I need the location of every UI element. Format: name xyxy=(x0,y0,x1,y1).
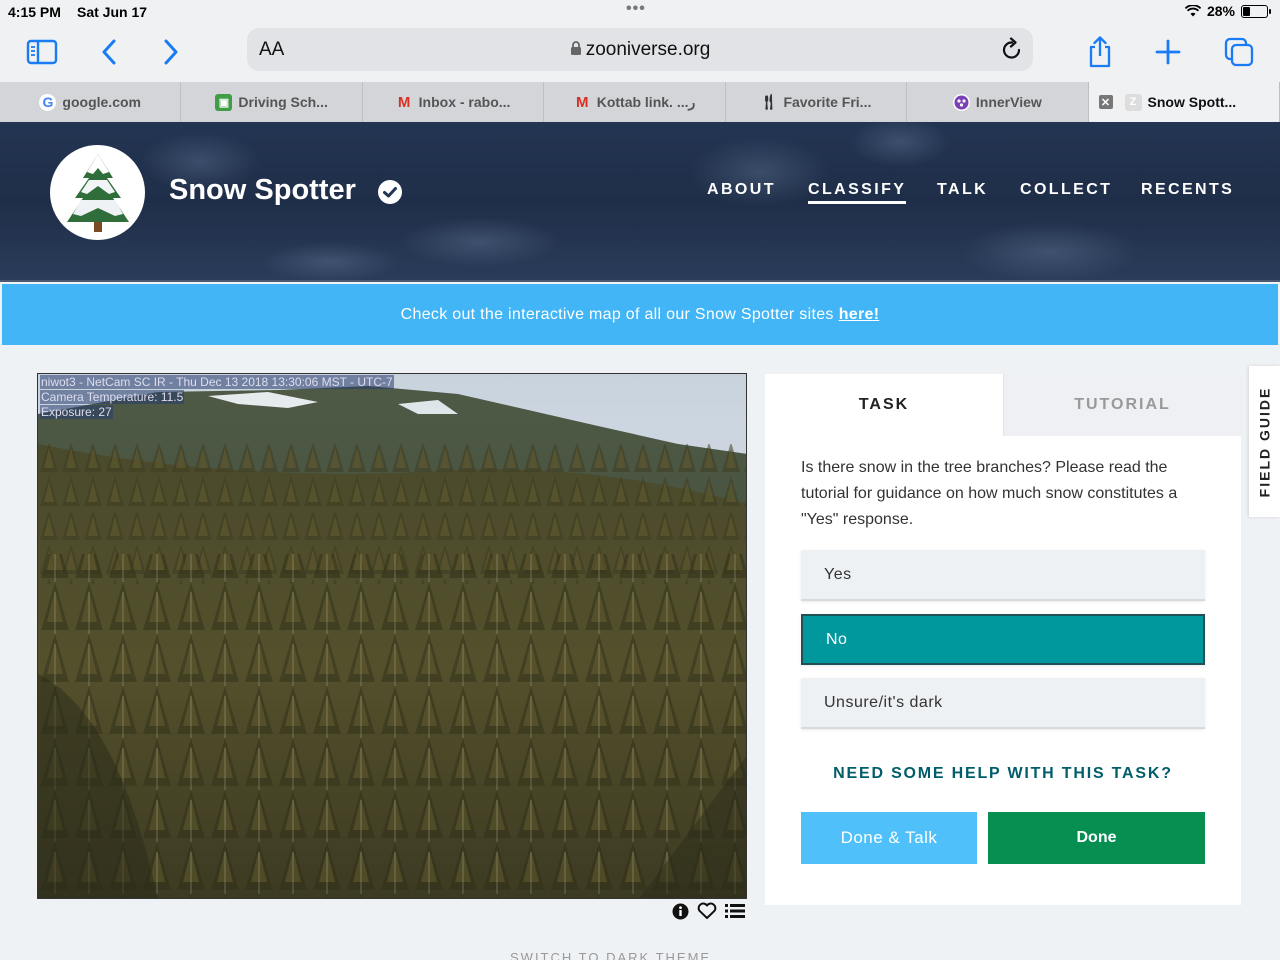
car-icon: ▣ xyxy=(215,93,233,111)
favorite-heart-icon[interactable] xyxy=(697,902,717,920)
gmail-icon: M xyxy=(575,93,589,111)
nav-talk[interactable]: TALK xyxy=(937,181,988,199)
answer-no[interactable]: No xyxy=(801,614,1205,665)
task-help-link[interactable]: NEED SOME HELP WITH THIS TASK? xyxy=(765,765,1241,783)
task-question: Is there snow in the tree branches? Plea… xyxy=(801,459,1178,528)
tab-label: Favorite Fri... xyxy=(783,94,872,110)
browser-tab-kottab[interactable]: M Kottab link. ...ر xyxy=(544,82,726,122)
gmail-icon: M xyxy=(397,93,411,111)
camera-info-line: niwot3 - NetCam SC IR - Thu Dec 13 2018 … xyxy=(40,375,394,389)
url-text[interactable]: zooniverse.org xyxy=(247,39,1033,61)
answer-unsure[interactable]: Unsure/it's dark xyxy=(801,678,1205,729)
task-panel: TASK TUTORIAL Is there snow in the tree … xyxy=(765,374,1241,905)
snowy-tree-logo xyxy=(66,153,129,232)
browser-tab-inbox[interactable]: M Inbox - rabo... xyxy=(363,82,545,122)
tab-task[interactable]: TASK xyxy=(765,374,1003,436)
share-icon[interactable] xyxy=(1082,34,1118,70)
innerview-icon xyxy=(952,93,970,111)
project-header: Snow Spotter ABOUT CLASSIFY TALK COLLECT… xyxy=(0,122,1280,282)
status-time: 4:15 PM xyxy=(8,4,61,20)
tab-tutorial[interactable]: TUTORIAL xyxy=(1003,374,1241,436)
collection-list-icon[interactable] xyxy=(725,903,745,919)
banner-map-link[interactable]: here! xyxy=(839,306,880,324)
sidebar-toggle-icon[interactable] xyxy=(24,34,60,70)
nav-classify[interactable]: CLASSIFY xyxy=(808,181,907,204)
dark-theme-toggle[interactable]: SWITCH TO DARK THEME xyxy=(510,950,711,960)
verified-badge-icon xyxy=(378,180,402,204)
tab-label: Inbox - rabo... xyxy=(418,94,511,110)
tab-overview-icon[interactable] xyxy=(1221,34,1257,70)
announcement-banner: Check out the interactive map of all our… xyxy=(2,284,1278,345)
multitasking-dots[interactable]: ••• xyxy=(626,0,646,18)
project-avatar[interactable] xyxy=(50,145,145,240)
address-bar[interactable]: AA zooniverse.org xyxy=(247,28,1033,71)
tab-label: Snow Spott... xyxy=(1147,94,1237,110)
browser-toolbar: AA zooniverse.org xyxy=(0,24,1280,82)
status-date: Sat Jun 17 xyxy=(77,4,148,20)
tab-label: Driving Sch... xyxy=(238,94,328,110)
done-button[interactable]: Done xyxy=(988,812,1205,864)
nav-recents[interactable]: RECENTS xyxy=(1141,181,1234,199)
nav-collect[interactable]: COLLECT xyxy=(1020,181,1112,199)
nav-about[interactable]: ABOUT xyxy=(707,181,776,199)
camera-metadata: niwot3 - NetCam SC IR - Thu Dec 13 2018 … xyxy=(40,375,394,420)
google-icon: G xyxy=(39,93,57,111)
subject-actions xyxy=(672,902,745,920)
tab-label: google.com xyxy=(62,94,141,110)
battery-icon xyxy=(1241,4,1271,18)
browser-tab-favorite[interactable]: 🍴︎ Favorite Fri... xyxy=(726,82,908,122)
project-title[interactable]: Snow Spotter xyxy=(169,174,356,207)
reload-icon[interactable] xyxy=(1001,37,1023,61)
forward-icon[interactable] xyxy=(153,34,189,70)
field-guide-label: FIELD GUIDE xyxy=(1256,386,1273,497)
new-tab-icon[interactable] xyxy=(1150,34,1186,70)
info-icon[interactable] xyxy=(672,903,689,920)
wifi-icon xyxy=(1184,5,1201,17)
browser-tab-driving-school[interactable]: ▣ Driving Sch... xyxy=(181,82,363,122)
camera-temperature-line: Camera Temperature: 11.5 xyxy=(40,390,185,404)
field-guide-tab[interactable]: FIELD GUIDE xyxy=(1249,366,1280,517)
battery-percent: 28% xyxy=(1206,3,1235,19)
forest-camera-photo xyxy=(38,374,746,898)
subject-image[interactable]: niwot3 - NetCam SC IR - Thu Dec 13 2018 … xyxy=(37,373,747,899)
browser-tab-bar: G google.com ▣ Driving Sch... M Inbox - … xyxy=(0,82,1280,122)
browser-tab-innerview[interactable]: InnerView xyxy=(907,82,1089,122)
browser-tab-snow-spotter[interactable]: ✕ Z Snow Spott... xyxy=(1088,82,1280,122)
lock-icon xyxy=(570,41,581,55)
close-tab-icon[interactable]: ✕ xyxy=(1098,95,1113,109)
url-domain: zooniverse.org xyxy=(585,39,711,60)
answer-yes[interactable]: Yes xyxy=(801,550,1205,601)
status-bar: 4:15 PM Sat Jun 17 ••• 28% xyxy=(0,0,1280,24)
done-and-talk-button[interactable]: Done & Talk xyxy=(801,812,977,864)
banner-text: Check out the interactive map of all our… xyxy=(400,305,834,323)
tab-label: InnerView xyxy=(975,94,1042,110)
zooniverse-icon: Z xyxy=(1124,93,1142,111)
camera-exposure-line: Exposure: 27 xyxy=(40,405,113,419)
status-right: 28% xyxy=(1184,3,1271,19)
fork-knife-icon: 🍴︎ xyxy=(759,94,779,111)
back-icon[interactable] xyxy=(91,34,127,70)
tab-label: Kottab link. ...ر xyxy=(596,93,696,110)
browser-tab-google[interactable]: G google.com xyxy=(0,82,182,122)
